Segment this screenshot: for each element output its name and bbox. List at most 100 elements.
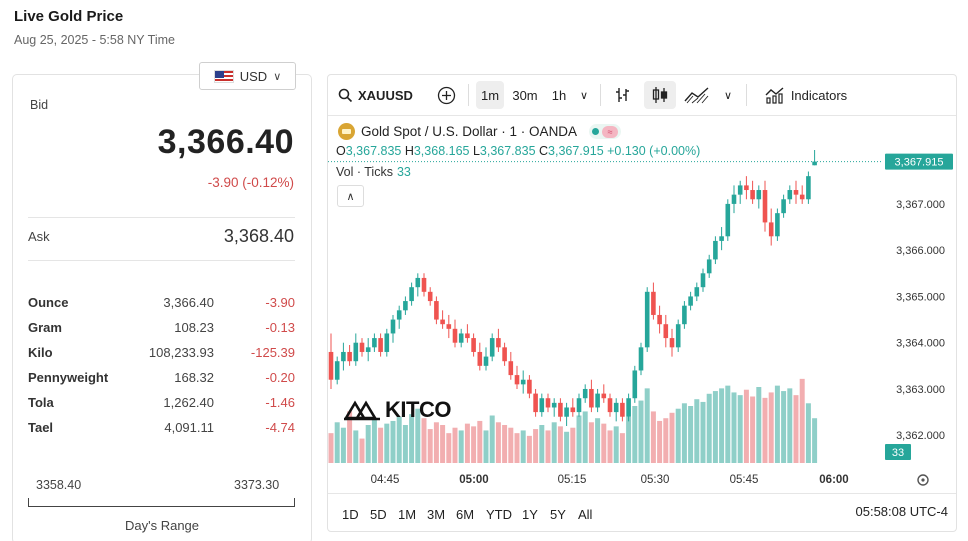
candle-body [731,194,737,204]
indicators-button[interactable]: Indicators [756,81,856,109]
volume-bar [477,420,483,463]
unit-name: Pennyweight [28,370,109,385]
range-5d[interactable]: 5D [370,504,387,524]
ohlc-close: 3,367.915 [548,144,604,158]
candle-body [328,351,334,380]
volume-bar [340,427,346,463]
volume-bar [632,406,638,463]
candle-body [589,388,594,408]
volume-legend: Vol · Ticks 33 [336,165,411,179]
candle-body [793,190,799,195]
x-tick-label: 06:00 [819,474,848,486]
unit-row: Ounce 3,366.40 -3.90 [28,290,296,315]
collapse-legend-button[interactable]: ∧ [337,185,364,207]
interval-1m[interactable]: 1m [476,81,504,109]
unit-row: Kilo 108,233.93 -125.39 [28,340,296,365]
candle-body [638,347,644,371]
range-1y[interactable]: 1Y [522,504,538,524]
compare-button[interactable] [432,81,460,109]
x-tick-label: 05:30 [641,474,670,486]
candle-body [502,347,507,362]
candle-body [607,398,613,413]
page-title: Live Gold Price [14,8,124,25]
kitco-watermark: KITCO [344,397,451,423]
search-icon [338,88,353,102]
volume-bar [421,418,427,463]
candle-body [675,324,681,348]
volume-bar [464,423,470,463]
candle-body [533,393,538,413]
area-style-button[interactable] [680,81,714,109]
candle-body [334,361,340,380]
candle-body [632,370,638,399]
candle-body [415,277,421,288]
range-3m[interactable]: 3M [427,504,445,524]
candle-body [663,324,669,339]
volume-bar [402,425,408,463]
candle-body [812,161,817,166]
candle-body [514,375,520,385]
chart-toolbar: XAUUSD 1m 30m 1h ∨ ∨ Indicators [328,75,956,116]
candle-style-button[interactable] [644,81,676,109]
volume-bar [688,406,694,463]
unit-change: -0.20 [265,370,295,385]
volume-bar [514,433,520,463]
volume-bar [564,431,570,463]
ask-price: 3,368.40 [223,226,294,246]
candle-body [353,342,359,362]
volume-bar [799,378,805,463]
range-all[interactable]: All [578,504,592,524]
volume-bar [371,419,377,463]
interval-30m[interactable]: 30m [508,81,542,109]
volume-bar [669,412,675,463]
candle-body [347,351,352,362]
candle-body [359,342,365,352]
candle-body [806,176,811,200]
y-tick-label: 3,366.000 [896,245,945,257]
currency-select[interactable]: USD ∨ [199,62,296,90]
unit-row: Tael 4,091.11 -4.74 [28,415,296,440]
candle-body [508,361,514,376]
bar-style-button[interactable] [608,81,638,109]
volume-bar [328,433,334,463]
volume-bar [650,411,656,463]
candle-body [762,190,768,223]
candle-body [539,398,545,413]
toolbar-separator [746,84,747,106]
volume-bar [471,426,477,463]
chart-type-dropdown[interactable]: ∨ [718,81,738,109]
candle-body [520,379,526,385]
symbol-search[interactable]: XAUUSD [334,81,418,109]
candle-body [390,319,396,334]
volume-bar [588,422,594,463]
unit-row: Pennyweight 168.32 -0.20 [28,365,296,390]
interval-1h[interactable]: 1h [546,81,572,109]
ohlc-values: O3,367.835 H3,368.165 L3,367.835 C3,367.… [336,144,701,158]
volume-bar [613,426,619,463]
days-range-bar [28,498,295,507]
volume-bar [768,392,774,463]
range-ytd[interactable]: YTD [486,504,512,524]
range-1d[interactable]: 1D [342,504,359,524]
volume-bar [675,408,681,463]
candle-body [595,393,600,408]
us-flag-icon [213,69,234,83]
last-volume-label: 33 [892,447,904,459]
candle-body [570,407,576,413]
volume-bar [427,429,433,463]
candle-body [725,203,731,237]
interval-dropdown[interactable]: ∨ [574,81,594,109]
price-chart[interactable]: 3,362.000 3,363.000 3,364.000 3,365.000 3,36… [328,116,957,493]
range-6m[interactable]: 6M [456,504,474,524]
range-5y[interactable]: 5Y [550,504,566,524]
range-1m[interactable]: 1M [398,504,416,524]
candle-body [799,194,805,200]
bid-change: -3.90 (-0.12%) [207,175,294,190]
candlestick-icon [652,87,668,103]
x-tick-label: 05:00 [459,474,488,486]
volume-bar [582,411,588,463]
candle-body [768,222,774,237]
unit-name: Ounce [28,295,69,310]
unit-price: 108,233.93 [148,345,214,360]
market-status-badge: ≈ [589,124,622,139]
